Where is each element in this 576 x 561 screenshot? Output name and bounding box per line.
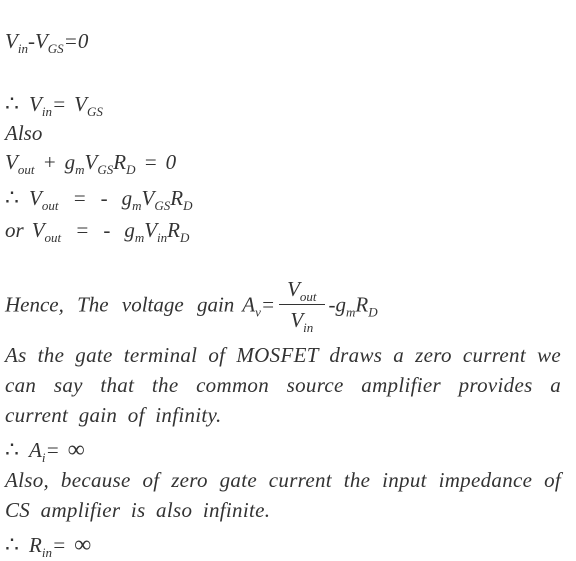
subscript-in: in <box>41 545 52 560</box>
equation-rhs: =0 <box>63 29 89 53</box>
symbol-r: R <box>355 292 369 317</box>
symbol-r: R <box>170 186 184 210</box>
subscript-d: D <box>179 230 190 245</box>
subscript-in: in <box>41 104 52 119</box>
fraction-vout-over-vin: Vout Vin <box>279 276 325 335</box>
subscript-m: m <box>134 230 145 245</box>
operator-minus: - <box>103 218 111 242</box>
equation-input-resistance: ∴ Rin= ∞ <box>5 532 92 560</box>
subscript-gs: GS <box>97 162 114 177</box>
symbol-v: V <box>29 92 42 116</box>
fraction-numerator: Vout <box>279 276 325 305</box>
subscript-d: D <box>183 198 193 213</box>
subscript-in: in <box>17 41 28 56</box>
word-or: or <box>5 218 24 242</box>
equation-rhs: 0 <box>165 150 177 174</box>
equation-kvl-output: Vout + gmVGSRD = 0 <box>5 150 177 177</box>
operator-equals: = <box>143 150 158 174</box>
operator-equals: = <box>72 186 87 210</box>
subscript-m: m <box>346 304 356 320</box>
subscript-out: out <box>41 198 59 213</box>
paragraph-current-gain: As the gate terminal of MOSFET draws a z… <box>5 343 561 427</box>
operator-minus: - <box>100 186 108 210</box>
subscript-d: D <box>368 304 378 320</box>
therefore-icon: ∴ <box>5 532 19 557</box>
subscript-gs: GS <box>47 41 64 56</box>
equation-vout-vin: or Vout = - gmVinRD <box>5 218 189 245</box>
symbol-g: g <box>64 150 76 174</box>
symbol-v: V <box>34 29 48 53</box>
subscript-in: in <box>303 320 314 335</box>
subscript-out: out <box>44 230 62 245</box>
operator-equals: = <box>260 292 276 317</box>
infinity-icon: ∞ <box>67 437 85 463</box>
symbol-v: V <box>84 150 98 174</box>
subscript-gs: GS <box>154 198 171 213</box>
paragraph-input-impedance: Also, because of zero gate current the i… <box>5 468 561 522</box>
equation-voltage-gain: Hence, The voltage gain Av= Vout Vin -gmRD <box>5 276 378 335</box>
voltage-gain-label: Hence, The voltage gain <box>5 292 235 317</box>
equation-current-gain: ∴ Ai= ∞ <box>5 437 85 464</box>
subscript-in: in <box>157 230 168 245</box>
symbol-v: V <box>29 186 42 210</box>
operator-minus: - <box>27 29 35 53</box>
equation-vin-minus-vgs: Vin-VGS=0 <box>5 29 89 56</box>
symbol-v: V <box>287 277 300 301</box>
symbol-v: V <box>31 218 45 242</box>
symbol-v: V <box>5 29 18 53</box>
symbol-v: V <box>74 92 87 116</box>
also-label: Also <box>5 121 43 145</box>
operator-equals: = <box>75 218 90 242</box>
equation-vin-equals-vgs: ∴ Vin= VGS <box>5 91 103 119</box>
operator-equals: = <box>51 533 67 557</box>
fraction-denominator: Vin <box>279 305 324 335</box>
subscript-gs: GS <box>86 104 103 119</box>
symbol-v: V <box>141 186 155 210</box>
symbol-v: V <box>144 218 158 242</box>
symbol-a: A <box>242 292 256 317</box>
symbol-v: V <box>5 150 18 174</box>
subscript-out: out <box>299 289 317 304</box>
symbol-g: g <box>121 186 133 210</box>
therefore-icon: ∴ <box>5 91 19 116</box>
symbol-a: A <box>29 438 42 462</box>
operator-equals: = <box>45 438 60 462</box>
symbol-r: R <box>29 533 42 557</box>
subscript-m: m <box>75 162 85 177</box>
subscript-m: m <box>132 198 142 213</box>
infinity-icon: ∞ <box>74 532 92 558</box>
operator-plus: + <box>42 150 57 174</box>
operator-equals: = <box>51 92 67 116</box>
symbol-g: g <box>124 218 135 242</box>
symbol-r: R <box>113 150 127 174</box>
subscript-d: D <box>126 162 136 177</box>
therefore-icon: ∴ <box>5 437 19 462</box>
symbol-r: R <box>167 218 180 242</box>
subscript-out: out <box>17 162 35 177</box>
symbol-minus-g: -g <box>328 292 347 317</box>
therefore-icon: ∴ <box>5 185 19 210</box>
symbol-v: V <box>290 308 304 332</box>
equation-vout-vgs: ∴ Vout = - gmVGSRD <box>5 185 192 213</box>
